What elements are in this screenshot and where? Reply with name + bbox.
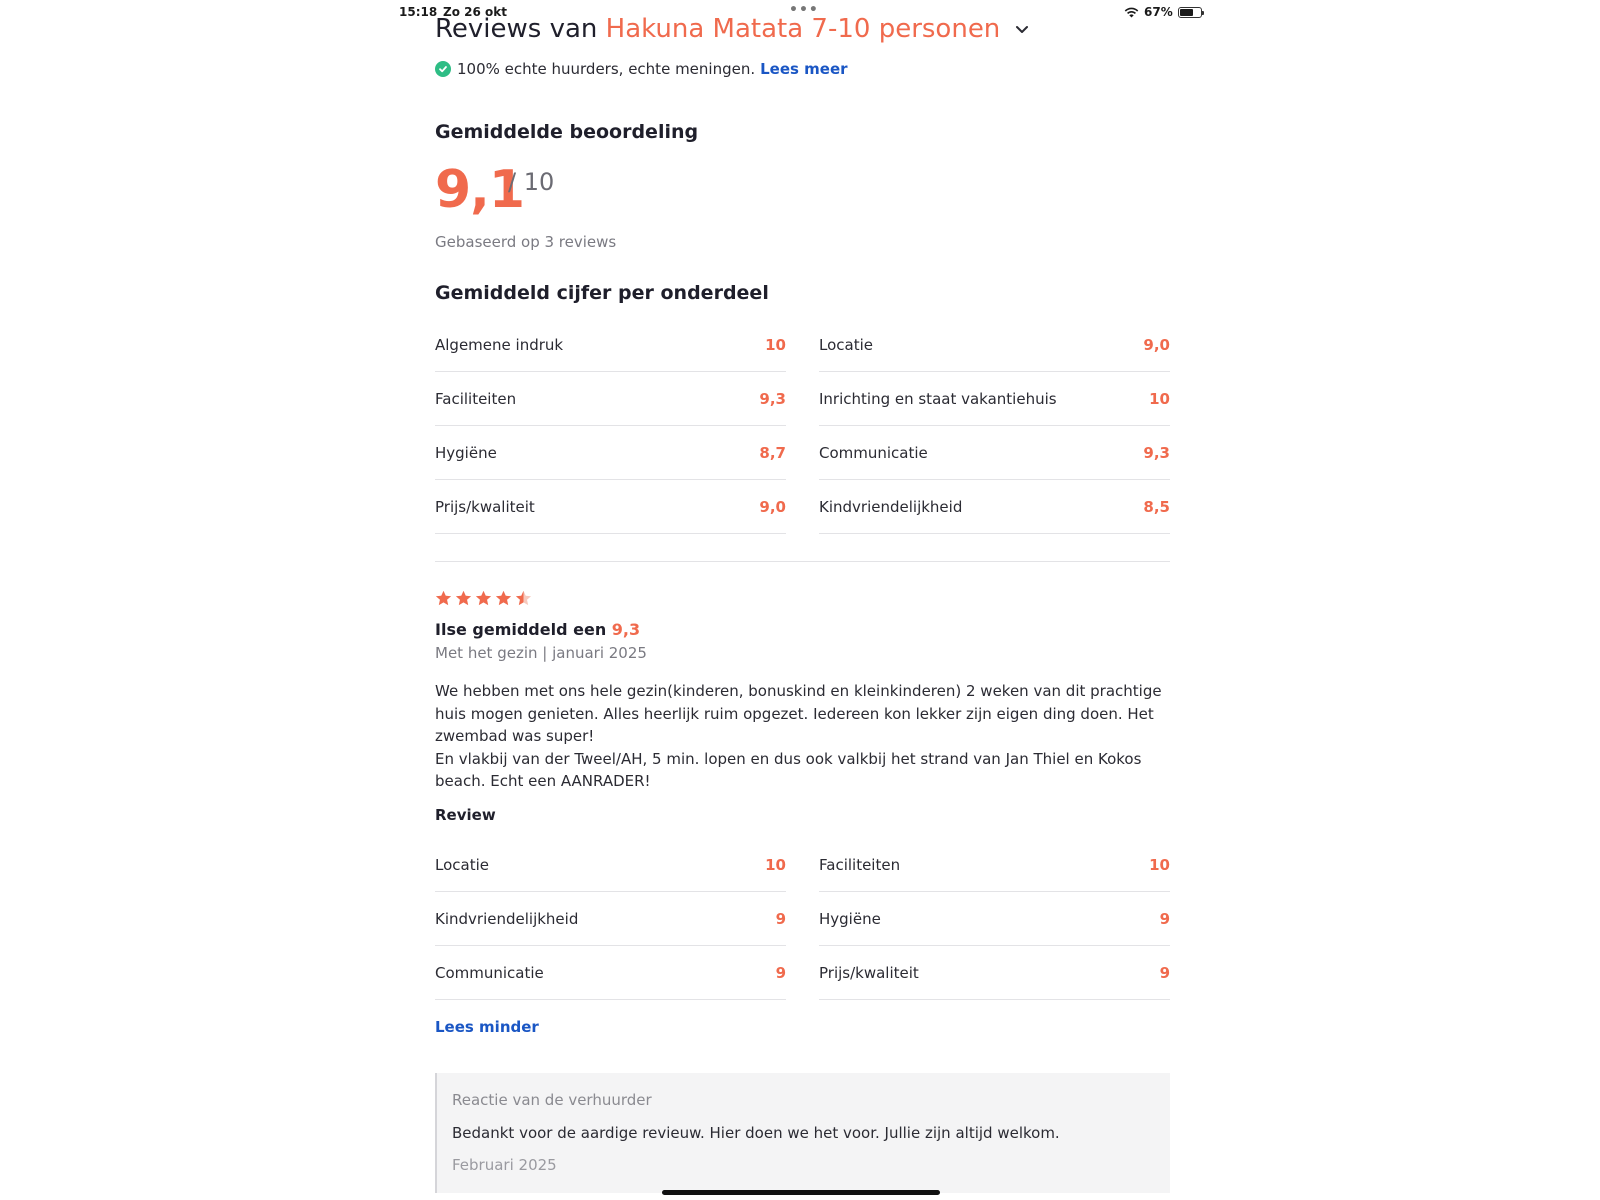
review-score-value: 9 <box>775 909 786 928</box>
reviewer-score: 9,3 <box>611 620 641 639</box>
status-time: 15:18 <box>399 5 438 19</box>
average-rating-heading: Gemiddelde beoordeling <box>435 121 699 143</box>
section-divider <box>435 561 1170 562</box>
category-value: 9,3 <box>1143 443 1170 462</box>
based-on-count: Gebaseerd op 3 reviews <box>435 233 617 251</box>
verified-banner: 100% echte huurders, echte meningen. Lee… <box>435 60 848 78</box>
category-row: Kindvriendelijkheid 8,5 <box>819 480 1170 534</box>
review-score-label: Hygiëne <box>819 909 881 928</box>
review-score-row: Prijs/kwaliteit 9 <box>819 946 1170 1000</box>
category-value: 9,0 <box>759 497 786 516</box>
review-paragraph: En vlakbij van der Tweel/AH, 5 min. lope… <box>435 749 1142 791</box>
category-label: Faciliteiten <box>435 389 517 408</box>
home-indicator[interactable] <box>662 1190 940 1195</box>
category-value: 9,3 <box>759 389 786 408</box>
review-scores-grid: Locatie 10 Kindvriendelijkheid 9 Communica… <box>435 838 1170 1000</box>
owner-reply: Reactie van de verhuurder Bedankt voor d… <box>435 1073 1170 1193</box>
review-scores-left: Locatie 10 Kindvriendelijkheid 9 Communica… <box>435 838 786 1000</box>
category-value: 10 <box>765 335 786 354</box>
category-row: Hygiëne 8,7 <box>435 426 786 480</box>
category-label: Communicatie <box>819 443 928 462</box>
page-title-prefix: Reviews van <box>435 14 598 44</box>
category-label: Prijs/kwaliteit <box>435 497 535 516</box>
reviewer-heading: Ilse gemiddeld een 9,3 <box>435 620 640 639</box>
page-title: Reviews van Hakuna Matata 7-10 personen <box>435 14 1029 44</box>
review-score-row: Faciliteiten 10 <box>819 838 1170 892</box>
owner-reply-text: Bedankt voor de aardige revieuw. Hier do… <box>452 1124 1060 1142</box>
category-scores-right: Locatie 9,0 Inrichting en staat vakantieh… <box>819 318 1170 534</box>
star-full-icon <box>495 590 512 606</box>
category-value: 10 <box>1149 389 1170 408</box>
review-score-label: Locatie <box>435 855 489 874</box>
review-scores-right: Faciliteiten 10 Hygiëne 9 Prijs/kwaliteit 9 <box>819 838 1170 1000</box>
review-score-value: 9 <box>1159 909 1170 928</box>
category-value: 8,7 <box>759 443 786 462</box>
review-score-label: Faciliteiten <box>819 855 901 874</box>
reviewer-name: Ilse gemiddeld een <box>435 620 607 639</box>
review-star-rating <box>435 590 532 606</box>
category-value: 8,5 <box>1143 497 1170 516</box>
review-score-row: Hygiëne 9 <box>819 892 1170 946</box>
category-row: Communicatie 9,3 <box>819 426 1170 480</box>
star-full-icon <box>455 590 472 606</box>
review-score-label: Communicatie <box>435 963 544 982</box>
category-scores-left: Algemene indruk 10 Faciliteiten 9,3 Hygiën… <box>435 318 786 534</box>
property-name: Hakuna Matata 7-10 personen <box>605 14 1001 44</box>
review-paragraph: We hebben met ons hele gezin(kinderen, b… <box>435 682 1162 745</box>
review-score-row: Communicatie 9 <box>435 946 786 1000</box>
category-label: Inrichting en staat vakantiehuis <box>819 389 1057 408</box>
review-score-row: Kindvriendelijkheid 9 <box>435 892 786 946</box>
category-value: 9,0 <box>1143 335 1170 354</box>
review-score-label: Prijs/kwaliteit <box>819 963 919 982</box>
review-score-label: Kindvriendelijkheid <box>435 909 579 928</box>
category-label: Locatie <box>819 335 873 354</box>
review-score-row: Locatie 10 <box>435 838 786 892</box>
category-row: Prijs/kwaliteit 9,0 <box>435 480 786 534</box>
average-score-max: / 10 <box>508 168 555 196</box>
review-score-value: 9 <box>1159 963 1170 982</box>
battery-fill <box>1179 8 1194 16</box>
owner-reply-title: Reactie van de verhuurder <box>452 1091 652 1109</box>
category-label: Kindvriendelijkheid <box>819 497 963 516</box>
review-text: We hebben met ons hele gezin(kinderen, b… <box>435 680 1170 793</box>
category-row: Faciliteiten 9,3 <box>435 372 786 426</box>
wifi-icon <box>1124 7 1139 17</box>
review-score-value: 9 <box>775 963 786 982</box>
star-full-icon <box>475 590 492 606</box>
battery-icon <box>1177 6 1204 18</box>
review-meta: Met het gezin | januari 2025 <box>435 644 647 662</box>
review-score-value: 10 <box>765 855 786 874</box>
review-scores-label: Review <box>435 806 496 824</box>
category-row: Algemene indruk 10 <box>435 318 786 372</box>
category-scores-grid: Algemene indruk 10 Faciliteiten 9,3 Hygiën… <box>435 318 1170 534</box>
read-less-link[interactable]: Lees minder <box>435 1018 539 1036</box>
review-score-value: 10 <box>1149 855 1170 874</box>
category-label: Hygiëne <box>435 443 497 462</box>
check-icon <box>435 61 451 77</box>
read-more-link[interactable]: Lees meer <box>760 60 847 78</box>
star-full-icon <box>435 590 452 606</box>
star-half-icon <box>515 590 532 606</box>
verified-text: 100% echte huurders, echte meningen. <box>457 60 756 78</box>
chevron-down-icon[interactable] <box>1015 25 1029 35</box>
status-right: 67% <box>1124 5 1204 19</box>
category-row: Inrichting en staat vakantiehuis 10 <box>819 372 1170 426</box>
category-scores-heading: Gemiddeld cijfer per onderdeel <box>435 282 769 304</box>
owner-reply-date: Februari 2025 <box>452 1156 557 1174</box>
battery-percent: 67% <box>1144 5 1173 19</box>
category-label: Algemene indruk <box>435 335 564 354</box>
category-row: Locatie 9,0 <box>819 318 1170 372</box>
